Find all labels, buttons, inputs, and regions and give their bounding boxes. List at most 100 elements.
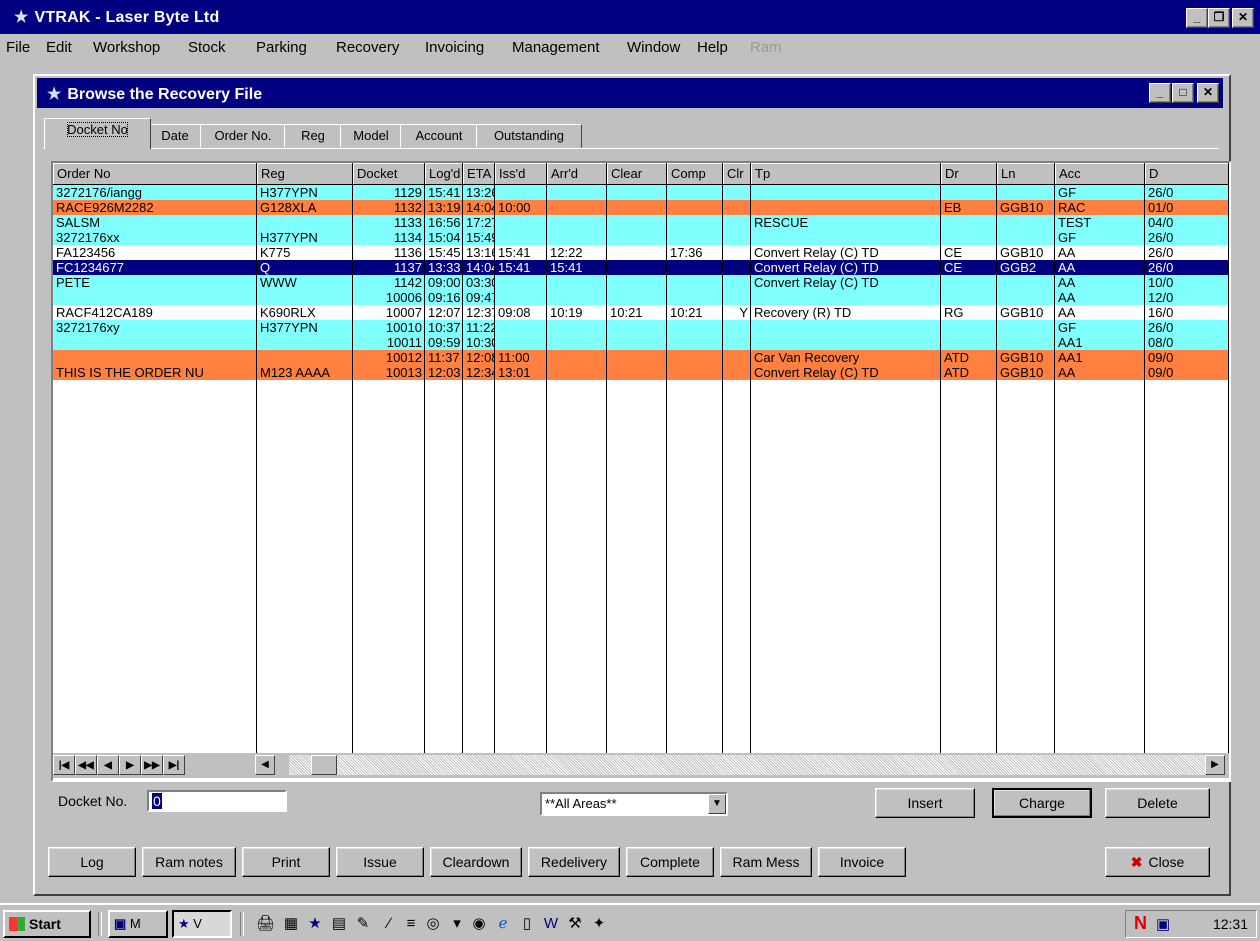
table-row[interactable]: PETE WWW 1142 09:00 03:30 Convert Relay (C) T… (53, 275, 1229, 290)
menu-workshop[interactable]: Workshop (93, 39, 160, 56)
menu-recovery[interactable]: Recovery (336, 39, 399, 56)
table-row[interactable]: SALSM 1133 16:56 17:27 RESCUE TEST 04/0 (53, 215, 1229, 230)
chevron-down-icon[interactable]: ▼ (708, 794, 726, 814)
task-button-m[interactable]: ▣ M (108, 910, 168, 938)
tab-reg[interactable]: Reg (284, 124, 342, 148)
tab-account[interactable]: Account (400, 124, 478, 148)
first-page-icon[interactable]: |◀ (53, 755, 75, 775)
table-row[interactable]: 3272176xx H377YPN 1134 15:04 15:49 GF 26/0 (53, 230, 1229, 245)
scroll-left-icon[interactable]: ◀ (255, 755, 275, 775)
minimize-icon[interactable]: _ (1186, 8, 1208, 28)
table-row[interactable]: FC1234677Q113713:3314:0415:4115:41Conver… (53, 260, 1229, 275)
charge-button[interactable]: Charge (992, 788, 1092, 818)
column-header-ln[interactable]: Ln (997, 163, 1055, 185)
column-header-d[interactable]: D (1145, 163, 1229, 185)
table-row[interactable]: FA123456 K775 1136 15:45 13:1615:41 12:22 17:3… (53, 245, 1229, 260)
maximize-icon[interactable]: □ (1172, 83, 1194, 103)
web-icon[interactable]: ◉ (470, 915, 488, 933)
log-button[interactable]: Log (48, 847, 136, 877)
redelivery-button[interactable]: Redelivery (528, 847, 620, 877)
column-header-arrd[interactable]: Arr'd (547, 163, 607, 185)
ram-mess-button[interactable]: Ram Mess (720, 847, 812, 877)
tab-order-no[interactable]: Order No. (200, 124, 286, 148)
minimize-icon[interactable]: _ (1149, 83, 1171, 103)
next-record-icon[interactable]: ▶ (119, 755, 141, 775)
restore-icon[interactable]: ❐ (1208, 8, 1230, 28)
menu-edit[interactable]: Edit (46, 39, 72, 56)
app-title-bar[interactable]: ★ VTRAK - Laser Byte Ltd _ ❐ ✕ (0, 0, 1260, 34)
window-title-bar[interactable]: ★ Browse the Recovery File _ □ ✕ (37, 78, 1223, 108)
column-header-dr[interactable]: Dr (941, 163, 997, 185)
prev-record-icon[interactable]: ◀ (97, 755, 119, 775)
column-header-acc[interactable]: Acc (1055, 163, 1145, 185)
close-icon[interactable]: ✕ (1197, 83, 1219, 103)
docket-no-input[interactable]: 0 (147, 790, 287, 812)
scrollbar-thumb[interactable] (311, 755, 337, 775)
start-button[interactable]: Start (3, 910, 91, 938)
recovery-grid[interactable]: Order No Reg Docket Log'd ETA Iss'd Arr'd Clear… (51, 161, 1231, 782)
table-row[interactable]: THIS IS THE ORDER NU M123 AAAA 10013 12:03 1… (53, 365, 1229, 380)
calendar-icon[interactable]: ▤ (330, 915, 348, 933)
printer-icon[interactable]: 🖨 (256, 915, 275, 933)
complete-button[interactable]: Complete (626, 847, 714, 877)
horizontal-scrollbar[interactable] (289, 755, 1219, 775)
next-page-icon[interactable]: ▶▶ (141, 755, 163, 775)
table-row[interactable]: 10011 09:59 10:30 AA1 08/0 (53, 335, 1229, 350)
tools-icon[interactable]: ⚒ (566, 915, 584, 933)
chevron-down-icon[interactable]: ▾ (448, 915, 466, 933)
tab-date[interactable]: Date (148, 124, 202, 148)
column-header-issd[interactable]: Iss'd (495, 163, 547, 185)
area-select[interactable]: **All Areas** ▼ (540, 792, 728, 816)
last-page-icon[interactable]: ▶| (163, 755, 185, 775)
cleardown-button[interactable]: Cleardown (430, 847, 522, 877)
table-row[interactable]: 3272176/iangg H377YPN 1129 15:41 13:26 GF 26/0 (53, 185, 1229, 200)
column-header-logd[interactable]: Log'd (425, 163, 463, 185)
menu-file[interactable]: File (6, 39, 30, 56)
internet-explorer-icon[interactable]: ℯ (494, 915, 512, 933)
column-header-tp[interactable]: Tp (751, 163, 941, 185)
table-row[interactable]: 3272176xy H377YPN 10010 10:37 11:22 GF 26/0 (53, 320, 1229, 335)
insert-button[interactable]: Insert (875, 788, 975, 818)
grid-body[interactable]: Order No Reg Docket Log'd ETA Iss'd Arr'd Clear… (53, 163, 1229, 753)
notepad-icon[interactable]: ▯ (518, 915, 536, 933)
pen-icon[interactable]: ∕ (380, 915, 398, 933)
list-icon[interactable]: ≡ (402, 915, 420, 933)
column-header-clear[interactable]: Clear (607, 163, 667, 185)
menu-parking[interactable]: Parking (256, 39, 307, 56)
table-row[interactable]: RACE926M2282 G128XLA 1132 13:19 14:0410:00 EB… (53, 200, 1229, 215)
column-header-order-no[interactable]: Order No (53, 163, 257, 185)
prev-page-icon[interactable]: ◀◀ (75, 755, 97, 775)
table-row[interactable]: 10006 09:16 09:47 AA 12/0 (53, 290, 1229, 305)
tab-docket-no[interactable]: Docket No (44, 118, 151, 149)
settings-icon[interactable]: ✦ (590, 915, 608, 933)
paint-icon[interactable]: ✎ (354, 915, 372, 933)
menu-invoicing[interactable]: Invoicing (425, 39, 484, 56)
table-row[interactable]: 10012 11:37 12:0811:00 Car Van Recovery ATD G… (53, 350, 1229, 365)
column-header-comp[interactable]: Comp (667, 163, 723, 185)
column-header-eta[interactable]: ETA (463, 163, 495, 185)
globe-icon[interactable]: ◎ (424, 915, 442, 933)
delete-button[interactable]: Delete (1105, 788, 1210, 818)
tab-model[interactable]: Model (340, 124, 402, 148)
network-icon[interactable]: ▣ (1156, 915, 1170, 933)
scroll-right-icon[interactable]: ▶ (1205, 755, 1225, 775)
tab-outstanding[interactable]: Outstanding (476, 124, 582, 148)
task-button-v[interactable]: ★ V (172, 910, 232, 938)
menu-management[interactable]: Management (512, 39, 600, 56)
close-button[interactable]: ✖ Close (1105, 847, 1210, 877)
norton-icon[interactable]: N (1134, 913, 1147, 934)
invoice-button[interactable]: Invoice (818, 847, 906, 877)
menu-stock[interactable]: Stock (188, 39, 226, 56)
column-header-reg[interactable]: Reg (257, 163, 353, 185)
column-header-clr[interactable]: Clr (723, 163, 751, 185)
word-icon[interactable]: W (542, 915, 560, 933)
calculator-icon[interactable]: ▦ (282, 915, 300, 933)
table-row[interactable]: RACF412CA189 K690RLX 10007 12:07 12:3709:08 1… (53, 305, 1229, 320)
print-button[interactable]: Print (242, 847, 330, 877)
vtrak-quicklaunch-icon[interactable]: ★ (306, 915, 324, 933)
menu-window[interactable]: Window (627, 39, 680, 56)
ram-notes-button[interactable]: Ram notes (142, 847, 236, 877)
column-header-docket[interactable]: Docket (353, 163, 425, 185)
issue-button[interactable]: Issue (336, 847, 424, 877)
menu-help[interactable]: Help (697, 39, 728, 56)
